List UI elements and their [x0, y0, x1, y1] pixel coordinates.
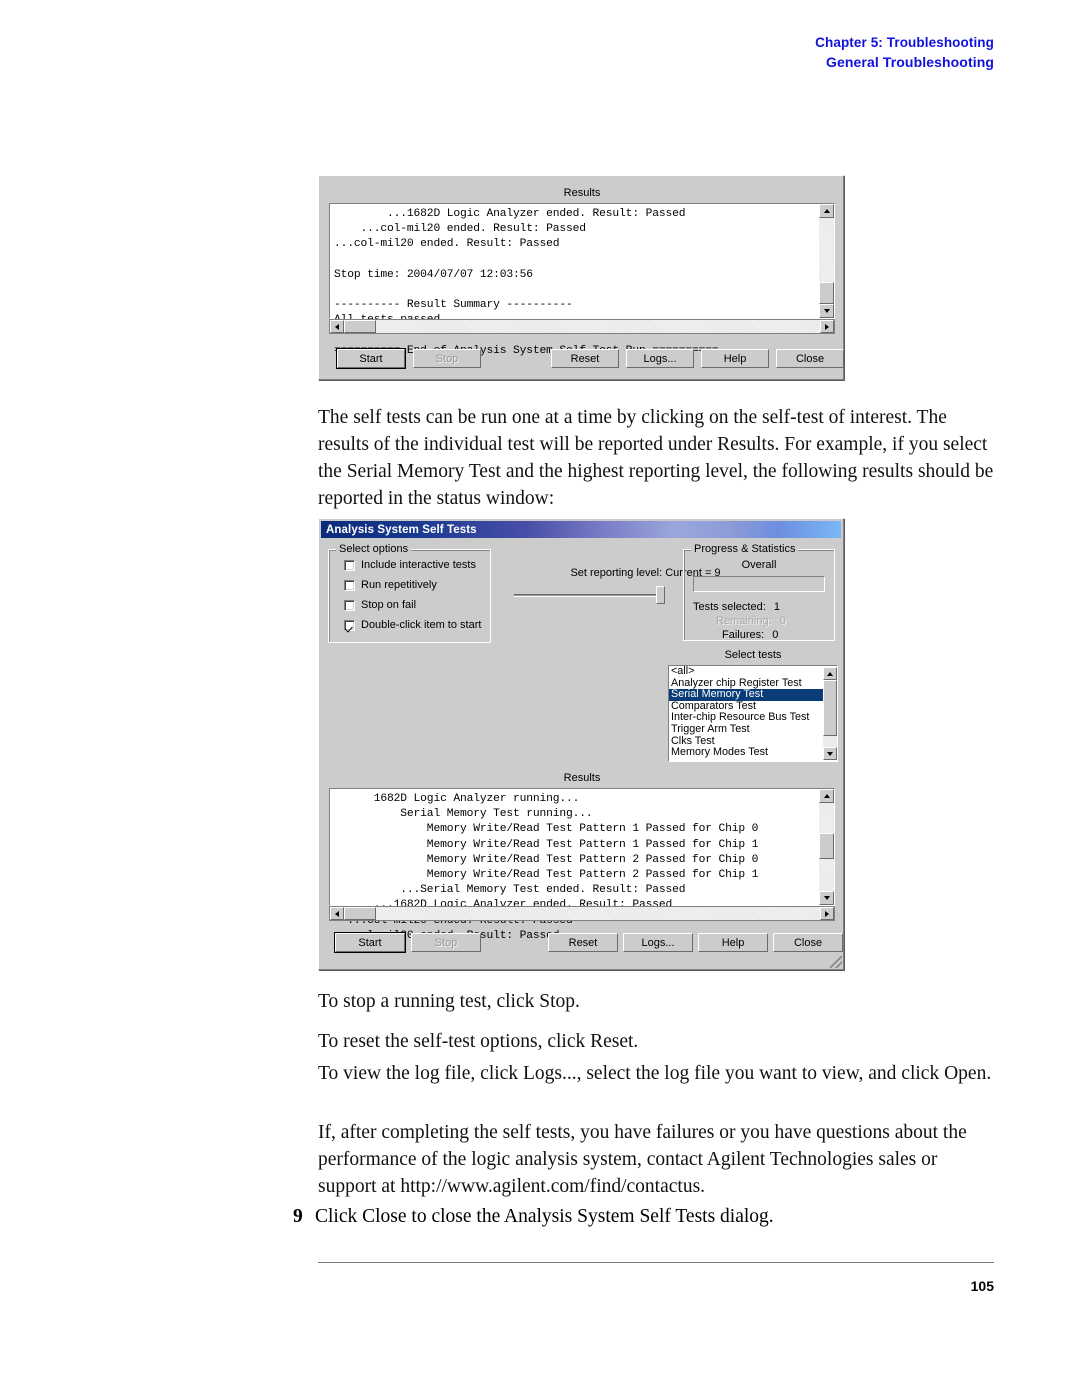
checkbox-stop-on-fail-label: Stop on fail: [361, 599, 417, 611]
step-9-number: 9: [293, 1206, 303, 1227]
checkbox-run-repetitively[interactable]: Run repetitively: [344, 579, 437, 591]
failures-stat: Failures: 0: [722, 629, 778, 641]
select-tests-listbox[interactable]: <all> Analyzer chip Register Test Serial…: [668, 665, 838, 762]
checkbox-include-interactive-tests[interactable]: Include interactive tests: [344, 559, 476, 571]
checkbox-double-click-item-to-start-label: Double-click item to start: [361, 619, 482, 631]
reset-paragraph: To reset the self-test options, click Re…: [318, 1031, 639, 1052]
reporting-level-slider-track[interactable]: [514, 594, 664, 597]
checkbox-run-repetitively-box[interactable]: [344, 579, 355, 591]
scroll-up-button-main[interactable]: [819, 789, 834, 803]
scroll-up-button-tests[interactable]: [823, 667, 837, 680]
results-hscrollbar-top[interactable]: [329, 319, 835, 334]
scroll-left-button-main[interactable]: [330, 907, 344, 920]
stop-button-top: Stop: [413, 349, 481, 368]
checkbox-run-repetitively-label: Run repetitively: [361, 579, 437, 591]
support-paragraph: If, after completing the self tests, you…: [318, 1122, 967, 1198]
results-vscroll-thumb-main[interactable]: [819, 833, 834, 859]
help-button-main[interactable]: Help: [698, 933, 768, 952]
logs-button-main[interactable]: Logs...: [623, 933, 693, 952]
scroll-right-button-top[interactable]: [820, 320, 834, 333]
page-number: 105: [970, 1278, 994, 1294]
remaining-value: 0: [779, 615, 786, 627]
start-button-main[interactable]: Start: [334, 932, 406, 953]
results-hscroll-thumb-top[interactable]: [344, 320, 376, 333]
reporting-level-slider-thumb[interactable]: [656, 586, 665, 604]
chevron-down-icon: [827, 751, 833, 756]
overall-label: Overall: [741, 559, 777, 571]
remaining-stat: Remaining: 0: [716, 615, 786, 627]
analysis-system-self-tests-dialog: Analysis System Self Tests Select option…: [318, 518, 844, 970]
header-chapter: Chapter 5: Troubleshooting: [815, 34, 994, 51]
page-header: Chapter 5: Troubleshooting General Troub…: [815, 34, 994, 72]
chevron-right-icon: [825, 323, 829, 330]
tests-selected-label: Tests selected:: [693, 601, 766, 613]
reset-button-main[interactable]: Reset: [548, 933, 618, 952]
chevron-left-icon: [335, 323, 339, 330]
scroll-left-button-top[interactable]: [330, 320, 344, 333]
scroll-up-button-top[interactable]: [819, 204, 834, 218]
select-tests-vscroll-thumb[interactable]: [823, 680, 837, 736]
logs-paragraph: To view the log file, click Logs..., sel…: [318, 1063, 992, 1084]
close-button-main[interactable]: Close: [773, 933, 843, 952]
overall-progress-bar: [693, 576, 825, 592]
select-tests-label: Select tests: [724, 649, 782, 661]
reset-button-top[interactable]: Reset: [551, 349, 619, 368]
scroll-right-button-main[interactable]: [820, 907, 834, 920]
select-options-legend: Select options: [336, 543, 412, 555]
chevron-left-icon: [335, 910, 339, 917]
checkbox-double-click-item-to-start-box[interactable]: [344, 619, 355, 631]
scroll-down-button-tests[interactable]: [823, 747, 837, 760]
close-button-top[interactable]: Close: [776, 349, 844, 368]
header-section: General Troubleshooting: [826, 54, 994, 71]
select-tests-vscrollbar[interactable]: [823, 667, 837, 760]
self-tests-results-window: Results ...1682D Logic Analyzer ended. R…: [318, 175, 844, 380]
results-console-top[interactable]: ...1682D Logic Analyzer ended. Result: P…: [329, 203, 835, 357]
chevron-up-icon: [823, 794, 830, 798]
help-button-top[interactable]: Help: [701, 349, 769, 368]
results-hscrollbar-main[interactable]: [329, 906, 835, 921]
stop-button-main: Stop: [411, 933, 481, 952]
list-item[interactable]: Memory Modes Test: [669, 747, 837, 759]
chevron-down-icon: [823, 896, 830, 900]
chevron-up-icon: [827, 671, 833, 676]
results-vscrollbar-main[interactable]: [819, 789, 834, 905]
results-console-main[interactable]: 1682D Logic Analyzer running... Serial M…: [329, 788, 835, 942]
logs-button-top[interactable]: Logs...: [626, 349, 694, 368]
results-group-label-top: Results: [563, 187, 601, 199]
stop-paragraph: To stop a running test, click Stop.: [318, 991, 580, 1012]
footer-rule: [318, 1262, 994, 1263]
tests-selected-value: 1: [773, 601, 780, 613]
results-console-text-top: ...1682D Logic Analyzer ended. Result: P…: [334, 208, 719, 357]
chevron-up-icon: [823, 209, 830, 213]
failures-label: Failures:: [722, 629, 765, 641]
start-button-top[interactable]: Start: [336, 348, 406, 369]
chevron-right-icon: [825, 910, 829, 917]
checkbox-stop-on-fail[interactable]: Stop on fail: [344, 599, 416, 611]
failures-value: 0: [772, 629, 779, 641]
results-console-text-main: 1682D Logic Analyzer running... Serial M…: [334, 793, 759, 942]
checkbox-stop-on-fail-box[interactable]: [344, 599, 355, 611]
list-item[interactable]: <all>: [669, 666, 837, 678]
tests-selected-stat: Tests selected: 1: [693, 601, 780, 613]
scroll-down-button-main[interactable]: [819, 891, 834, 905]
resize-grip-icon[interactable]: [830, 956, 842, 968]
checkbox-double-click-item-to-start[interactable]: Double-click item to start: [344, 619, 481, 631]
dialog-titlebar[interactable]: Analysis System Self Tests: [321, 521, 841, 538]
progress-statistics-legend: Progress & Statistics: [691, 543, 799, 555]
dialog-title: Analysis System Self Tests: [326, 523, 477, 536]
step-9: 9 Click Close to close the Analysis Syst…: [293, 1203, 1003, 1230]
results-vscrollbar-top[interactable]: [819, 204, 834, 318]
list-item[interactable]: Trigger Arm Test: [669, 723, 837, 736]
checkbox-include-interactive-tests-box[interactable]: [344, 559, 355, 571]
scroll-down-button-top[interactable]: [819, 304, 834, 318]
step-9-text: Click Close to close the Analysis System…: [315, 1206, 774, 1227]
checkbox-include-interactive-tests-label: Include interactive tests: [361, 559, 476, 571]
results-group-label-main: Results: [563, 772, 601, 784]
chevron-down-icon: [823, 309, 830, 313]
results-hscroll-thumb-main[interactable]: [344, 907, 376, 920]
intro-paragraph: The self tests can be run one at a time …: [318, 407, 994, 510]
remaining-label: Remaining:: [716, 615, 772, 627]
header-chapter-number: Chapter 5: Troubleshooting: [815, 35, 994, 50]
results-vscroll-thumb-top[interactable]: [819, 282, 834, 304]
